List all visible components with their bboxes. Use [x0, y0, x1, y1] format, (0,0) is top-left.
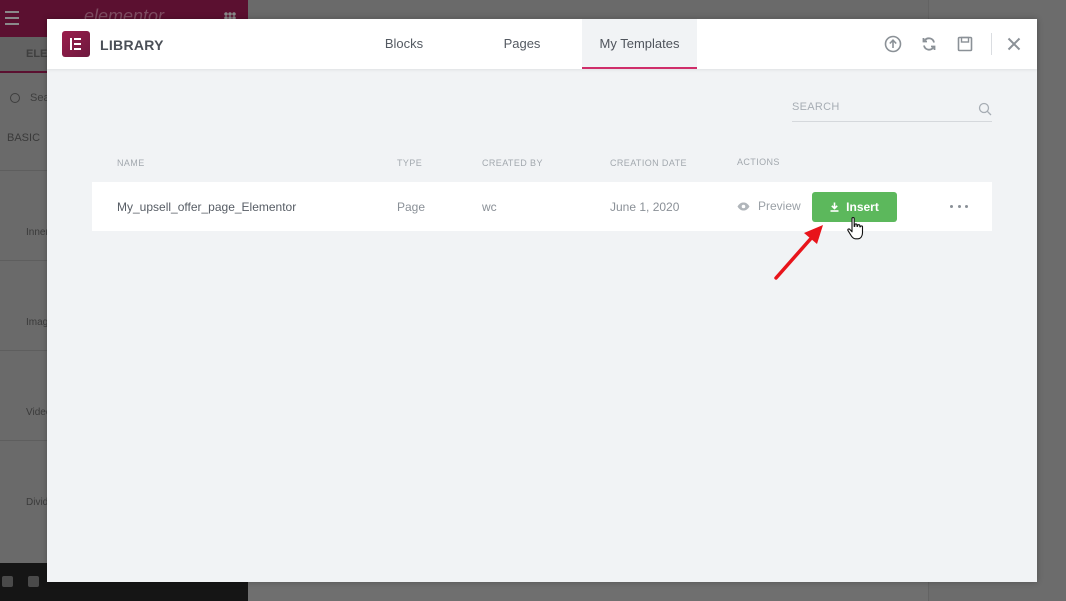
upload-icon[interactable]	[884, 35, 902, 53]
tab-pages[interactable]: Pages	[492, 19, 552, 67]
column-header-creation-date: CREATION DATE	[610, 158, 687, 168]
dot	[950, 204, 953, 208]
library-header: LIBRARY Blocks Pages My Templates	[47, 19, 1037, 69]
search-icon	[10, 93, 20, 103]
tab-my-templates[interactable]: My Templates	[582, 19, 697, 69]
eye-icon	[737, 202, 750, 210]
column-header-actions: ACTIONS	[737, 157, 780, 167]
insert-label: Insert	[846, 200, 879, 214]
dot	[957, 204, 961, 208]
column-header-type: TYPE	[397, 158, 423, 168]
search-icon	[978, 102, 992, 116]
elementor-logo-icon	[62, 31, 90, 57]
layers-icon	[28, 576, 39, 587]
download-icon	[830, 202, 839, 212]
search-placeholder: SEARCH	[792, 101, 840, 113]
tab-blocks[interactable]: Blocks	[374, 19, 434, 67]
category-label: BASIC	[7, 132, 41, 144]
more-options-button[interactable]	[950, 198, 968, 214]
library-title: LIBRARY	[100, 37, 164, 53]
preview-button[interactable]: Preview	[737, 199, 801, 213]
library-modal: LIBRARY Blocks Pages My Templates SEARCH…	[47, 19, 1037, 582]
dot	[965, 204, 968, 208]
menu-icon	[5, 11, 19, 25]
column-header-name: NAME	[117, 158, 145, 168]
template-type: Page	[397, 200, 426, 214]
sync-icon[interactable]	[920, 35, 938, 53]
close-icon[interactable]	[1005, 35, 1023, 53]
template-author: wc	[482, 200, 497, 214]
column-header-created-by: CREATED BY	[482, 158, 543, 168]
header-divider	[991, 33, 992, 55]
save-icon[interactable]	[956, 35, 974, 53]
annotation-arrow-icon	[774, 225, 823, 280]
preview-label: Preview	[758, 199, 801, 213]
template-search-input[interactable]: SEARCH	[792, 97, 992, 122]
template-name: My_upsell_offer_page_Elementor	[117, 200, 297, 214]
hand-cursor-icon	[847, 217, 864, 240]
settings-icon	[2, 576, 13, 587]
template-date: June 1, 2020	[610, 200, 680, 214]
